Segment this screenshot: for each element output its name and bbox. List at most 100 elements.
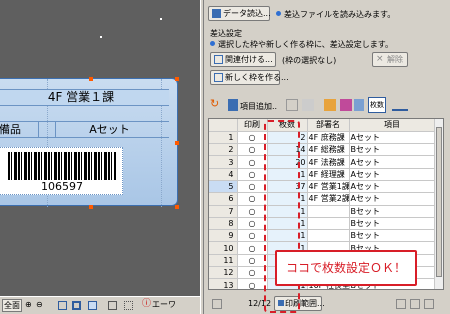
new-frame-button[interactable]: 新しく枠を作る... [210, 70, 289, 85]
label-preview[interactable]: 4F 営業１課 備品 Aセット 106597 [0, 77, 179, 209]
zoom-in-icon[interactable]: ⊕ [25, 299, 32, 312]
refresh-icon[interactable]: ↻ [210, 98, 222, 111]
label-title-field[interactable]: 4F 営業１課 [0, 89, 169, 106]
error-icon[interactable]: ⓘ [142, 299, 151, 312]
print-flag[interactable]: ○ [237, 131, 268, 145]
disabled-icon [302, 99, 314, 111]
print-flag[interactable]: ○ [237, 241, 268, 255]
snap-icon[interactable] [108, 301, 117, 310]
print-flag[interactable]: ○ [237, 168, 268, 181]
first-page-icon[interactable] [212, 299, 222, 309]
dept-cell[interactable] [307, 229, 350, 243]
selection-handle[interactable] [175, 77, 179, 81]
next-icon[interactable] [410, 299, 420, 309]
grid-toolbar: ↻ 項目追加.. 枚数 [204, 96, 450, 116]
scroll-thumb[interactable] [436, 127, 442, 277]
selection-handle[interactable] [89, 205, 93, 209]
table-row[interactable]: 7 ○ 1 Bセット [209, 205, 436, 218]
selection-handle[interactable] [89, 77, 93, 81]
row-number: 8 [209, 217, 238, 231]
item-cell[interactable]: Bセット [349, 143, 436, 157]
label-item-right[interactable]: Aセット [55, 122, 163, 138]
grid-view-icon[interactable] [88, 301, 97, 310]
table-row[interactable]: 9 ○ 1 Bセット [209, 229, 436, 243]
row-number: 3 [209, 155, 238, 169]
dept-cell[interactable] [307, 217, 350, 231]
table-row[interactable]: 2 ○ 14 4F 総務課 Bセット [209, 143, 436, 157]
barcode[interactable]: 106597 [0, 147, 123, 195]
page-view-icon[interactable] [58, 301, 67, 310]
label-item-left[interactable]: 備品 [0, 122, 39, 138]
print-flag[interactable]: ○ [237, 155, 268, 169]
new-frame-icon [214, 73, 223, 82]
read-note: 差込ファイルを読み込みます。 [276, 9, 395, 20]
new-frame-label: 新しく枠を作る... [225, 73, 289, 82]
read-data-button[interactable]: データ読込... [208, 6, 271, 21]
grid-header-print[interactable]: 印刷 [237, 119, 268, 132]
print-flag[interactable]: ○ [237, 217, 268, 231]
row-number: 12 [209, 266, 238, 280]
print-flag[interactable]: ○ [237, 266, 268, 280]
grid-header-item[interactable]: 項目 [349, 119, 436, 132]
dept-cell[interactable]: 4F 庶務課 [307, 131, 350, 145]
zoom-fit-button[interactable]: 全面 [2, 299, 22, 312]
print-flag[interactable]: ○ [237, 180, 268, 194]
info-icon [276, 11, 281, 16]
link-button[interactable]: 関連付ける... [210, 52, 276, 67]
print-flag[interactable]: ○ [237, 192, 268, 206]
delete-item-icon[interactable] [286, 99, 298, 111]
add-item-icon[interactable] [228, 99, 238, 111]
print-flag[interactable]: ○ [237, 229, 268, 243]
table-row[interactable]: 8 ○ 1 Bセット [209, 217, 436, 231]
print-flag[interactable]: ○ [237, 278, 268, 289]
menu-icon[interactable] [392, 99, 408, 111]
dept-cell[interactable]: 4F 総務課 [307, 143, 350, 157]
zoom-out-icon[interactable]: ⊖ [36, 299, 43, 312]
selection-handle[interactable] [175, 205, 179, 209]
grid-scrollbar[interactable] [434, 119, 443, 289]
row-number: 11 [209, 254, 238, 268]
item-cell[interactable]: Bセット [349, 217, 436, 231]
dept-cell[interactable]: 4F 経理課 [307, 168, 350, 181]
row-number: 10 [209, 241, 238, 255]
move-down-icon[interactable] [340, 99, 352, 111]
count-toggle-button[interactable]: 枚数 [368, 97, 386, 113]
table-row[interactable]: 6 ○ 1 4F 営業2課 Aセット [209, 192, 436, 206]
link-label: 関連付ける... [225, 55, 273, 64]
item-cell[interactable]: Bセット [349, 229, 436, 243]
prev-icon[interactable] [396, 299, 406, 309]
row-number: 1 [209, 131, 238, 145]
add-item-button[interactable]: 項目追加.. [240, 101, 277, 112]
table-row[interactable]: 3 ○ 20 4F 法務課 Aセット [209, 155, 436, 169]
move-up-icon[interactable] [324, 99, 336, 111]
read-data-label: データ読込... [223, 9, 271, 18]
sort-icon[interactable] [354, 99, 364, 111]
selection-handle[interactable] [175, 141, 179, 145]
item-cell[interactable]: Bセット [349, 205, 436, 218]
item-cell[interactable]: Aセット [349, 131, 436, 145]
dept-cell[interactable]: 4F 営業2課 [307, 192, 350, 206]
data-icon [212, 9, 221, 18]
label-canvas[interactable]: 4F 営業１課 備品 Aセット 106597 [0, 0, 200, 296]
table-row[interactable]: 5 ○ 37 4F 営業1課 Aセット [209, 180, 436, 194]
item-cell[interactable]: Aセット [349, 155, 436, 169]
release-button[interactable]: × 解除 [372, 52, 408, 67]
item-cell[interactable]: Aセット [349, 168, 436, 181]
item-cell[interactable]: Aセット [349, 180, 436, 194]
item-cell[interactable]: Aセット [349, 192, 436, 206]
link-icon [214, 55, 223, 64]
table-row[interactable]: 1 ○ 2 4F 庶務課 Aセット [209, 131, 436, 145]
table-row[interactable]: 4 ○ 1 4F 経理課 Aセット [209, 168, 436, 181]
dept-cell[interactable] [307, 205, 350, 218]
last-icon[interactable] [424, 299, 434, 309]
print-flag[interactable]: ○ [237, 205, 268, 218]
print-flag[interactable]: ○ [237, 254, 268, 268]
dept-cell[interactable]: 4F 営業1課 [307, 180, 350, 194]
row-number: 9 [209, 229, 238, 243]
dept-cell[interactable]: 4F 法務課 [307, 155, 350, 169]
print-flag[interactable]: ○ [237, 143, 268, 157]
instruction-text: 選択した枠や新しく作る枠に、差込設定します。 [218, 40, 393, 49]
frame-view-icon[interactable] [72, 301, 81, 310]
guide-icon[interactable] [124, 301, 133, 310]
grid-header-dept[interactable]: 部署名 [307, 119, 350, 132]
